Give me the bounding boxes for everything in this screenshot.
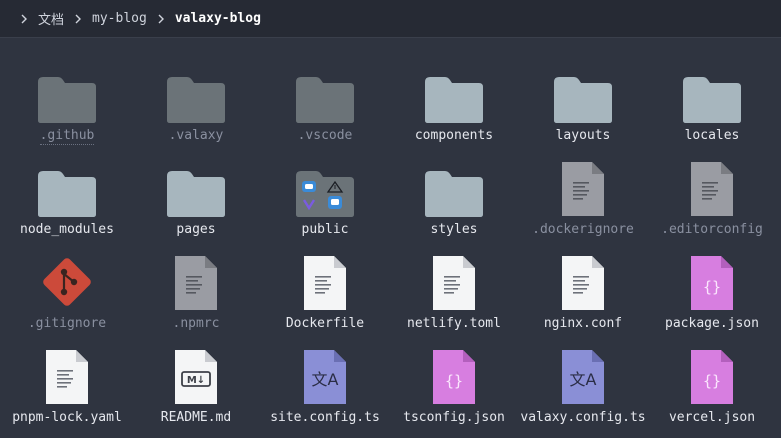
file-name: pnpm-lock.yaml: [12, 410, 122, 425]
file-name: .npmrc: [172, 316, 220, 331]
file-item[interactable]: layouts: [521, 64, 645, 156]
file-item[interactable]: .editorconfig: [650, 158, 774, 250]
file-name: locales: [684, 128, 740, 143]
file-name: netlify.toml: [407, 316, 501, 331]
file-item[interactable]: netlify.toml: [392, 252, 516, 344]
folder-icon: [551, 64, 615, 124]
file-item[interactable]: 文A valaxy.config.ts: [520, 346, 646, 438]
file-item[interactable]: .valaxy: [134, 64, 258, 156]
folder-icon: [422, 158, 486, 218]
text-file-icon: [551, 252, 615, 312]
translate-file-icon: 文A: [551, 346, 615, 406]
svg-text:{}: {}: [445, 372, 463, 390]
folder-icon: [164, 64, 228, 124]
file-item[interactable]: pages: [134, 158, 258, 250]
file-item[interactable]: .github: [5, 64, 129, 156]
markdown-file-icon: M↓: [164, 346, 228, 406]
file-item[interactable]: .npmrc: [134, 252, 258, 344]
breadcrumb-item-current[interactable]: valaxy-blog: [175, 11, 261, 26]
breadcrumb-item-docs[interactable]: 文档: [38, 9, 64, 28]
file-name: layouts: [555, 128, 611, 143]
folder-icon: [680, 64, 744, 124]
file-item[interactable]: node_modules: [5, 158, 129, 250]
file-item[interactable]: {} vercel.json: [650, 346, 774, 438]
chevron-right-icon: [155, 13, 167, 25]
file-item[interactable]: .dockerignore: [521, 158, 645, 250]
file-item[interactable]: pnpm-lock.yaml: [5, 346, 129, 438]
folder-icon: [35, 158, 99, 218]
file-name: .dockerignore: [532, 222, 634, 237]
svg-text:文A: 文A: [312, 370, 339, 389]
file-grid: .github .valaxy .vscode components layou…: [0, 40, 781, 427]
svg-text:{}: {}: [703, 372, 721, 390]
file-name: .gitignore: [27, 316, 107, 331]
file-item[interactable]: components: [392, 64, 516, 156]
svg-text:M↓: M↓: [187, 375, 205, 386]
folder-icon: [293, 64, 357, 124]
breadcrumb-item-my-blog[interactable]: my-blog: [92, 11, 147, 26]
file-name: valaxy.config.ts: [520, 410, 646, 425]
chevron-right-icon: [18, 13, 30, 25]
json-file-icon: {}: [680, 252, 744, 312]
text-file-icon: [422, 252, 486, 312]
text-file-icon: [293, 252, 357, 312]
file-item[interactable]: {} tsconfig.json: [392, 346, 516, 438]
file-name: tsconfig.json: [403, 410, 505, 425]
file-name: .valaxy: [168, 128, 224, 143]
text-file-icon: [551, 158, 615, 218]
folder-icon: [164, 158, 228, 218]
file-name: components: [414, 128, 494, 143]
svg-text:{}: {}: [703, 278, 721, 296]
file-name: site.config.ts: [270, 410, 380, 425]
file-name: pages: [176, 222, 216, 237]
chevron-right-icon: [72, 13, 84, 25]
folder-icon: [35, 64, 99, 124]
file-name: package.json: [665, 316, 759, 331]
file-item[interactable]: nginx.conf: [521, 252, 645, 344]
file-item[interactable]: locales: [650, 64, 774, 156]
file-name: node_modules: [20, 222, 114, 237]
folder-public-icon: [293, 158, 357, 218]
file-name: .vscode: [297, 128, 353, 143]
file-item[interactable]: {} package.json: [650, 252, 774, 344]
json-file-icon: {}: [680, 346, 744, 406]
file-item[interactable]: .gitignore: [5, 252, 129, 344]
breadcrumb: 文档 my-blog valaxy-blog: [38, 9, 261, 28]
file-item[interactable]: Dockerfile: [263, 252, 387, 344]
svg-text:文A: 文A: [570, 370, 597, 389]
file-name: .editorconfig: [661, 222, 763, 237]
path-bar: 文档 my-blog valaxy-blog: [0, 0, 781, 38]
text-file-icon: [680, 158, 744, 218]
json-file-icon: {}: [422, 346, 486, 406]
file-name: Dockerfile: [285, 316, 365, 331]
file-name: styles: [430, 222, 478, 237]
file-name: public: [301, 222, 349, 237]
file-name: .github: [39, 128, 95, 145]
translate-file-icon: 文A: [293, 346, 357, 406]
file-name: README.md: [160, 410, 232, 425]
folder-icon: [422, 64, 486, 124]
text-file-icon: [164, 252, 228, 312]
file-name: nginx.conf: [543, 316, 623, 331]
file-item[interactable]: M↓ README.md: [134, 346, 258, 438]
git-file-icon: [35, 252, 99, 312]
file-item[interactable]: public: [263, 158, 387, 250]
file-item[interactable]: styles: [392, 158, 516, 250]
file-item[interactable]: 文A site.config.ts: [263, 346, 387, 438]
text-file-icon: [35, 346, 99, 406]
file-name: vercel.json: [668, 410, 756, 425]
file-item[interactable]: .vscode: [263, 64, 387, 156]
